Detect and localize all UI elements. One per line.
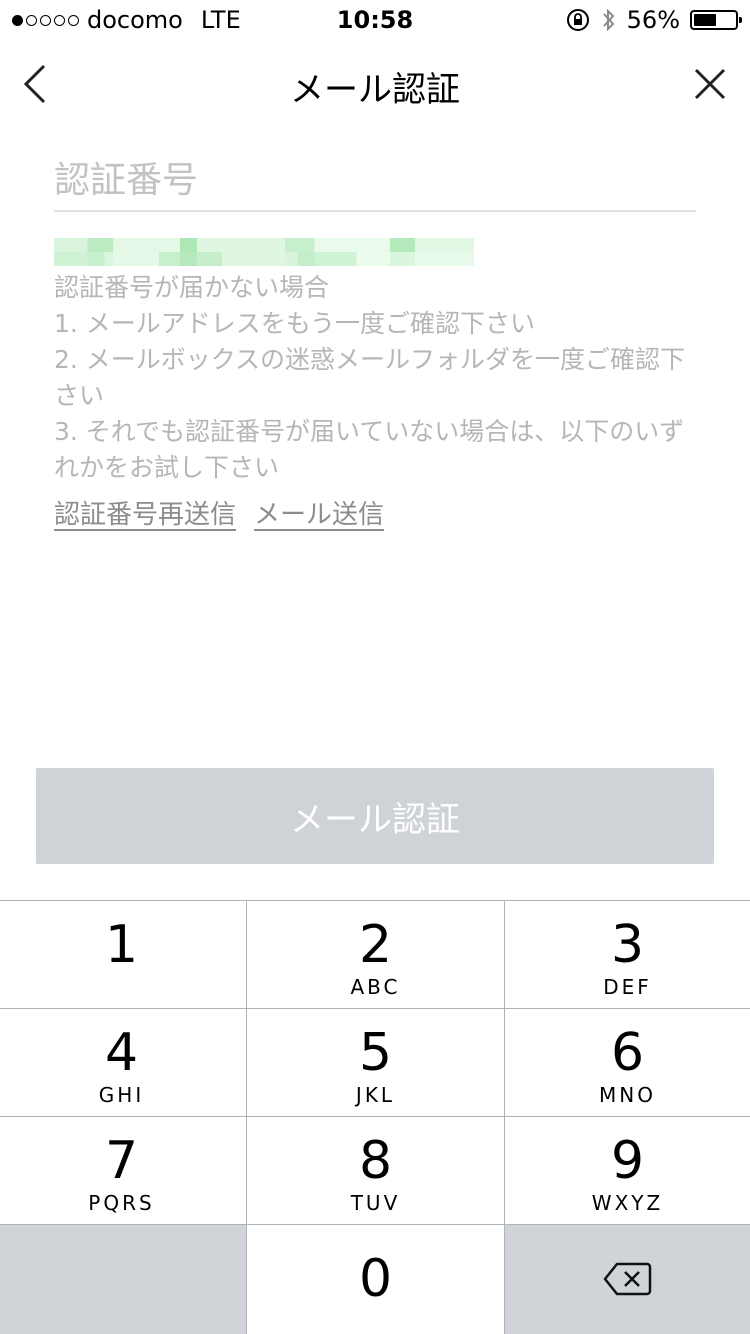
key-digit: 4: [104, 1023, 139, 1083]
help-item-1: 1. メールアドレスをもう一度ご確認下さい: [54, 309, 536, 338]
key-letters: DEF: [603, 975, 652, 999]
bluetooth-icon: [602, 8, 615, 32]
key-letters: TUV: [350, 1191, 401, 1215]
key-letters: WXYZ: [591, 1191, 664, 1215]
help-links: 認証番号再送信 メール送信: [54, 494, 384, 531]
key-letters: MNO: [599, 1083, 656, 1107]
key-digit: 5: [358, 1023, 393, 1083]
numeric-keypad: 1 2 ABC 3 DEF 4 GHI 5 JKL 6 MNO 7 PQRS 8…: [0, 900, 750, 1334]
key-digit: 1: [104, 915, 139, 975]
key-letters: JKL: [355, 1083, 396, 1107]
status-right: 56%: [565, 6, 742, 34]
help-heading: 認証番号が届かない場合: [54, 273, 330, 302]
email-verify-button[interactable]: メール認証: [36, 768, 714, 864]
key-9[interactable]: 9 WXYZ: [504, 1116, 750, 1224]
key-3[interactable]: 3 DEF: [504, 900, 750, 1008]
verification-code-input[interactable]: [54, 150, 696, 212]
send-mail-link[interactable]: メール送信: [254, 494, 384, 531]
key-letters: ABC: [350, 975, 401, 999]
key-1[interactable]: 1: [0, 900, 246, 1008]
key-2[interactable]: 2 ABC: [246, 900, 504, 1008]
backspace-icon: [603, 1262, 651, 1296]
status-bar: docomo LTE 10:58 56%: [0, 0, 750, 40]
key-8[interactable]: 8 TUV: [246, 1116, 504, 1224]
help-text: 認証番号が届かない場合 1. メールアドレスをもう一度ご確認下さい 2. メール…: [54, 270, 694, 486]
help-item-2: 2. メールボックスの迷惑メールフォルダを一度ご確認下さい: [54, 345, 686, 410]
key-digit: 8: [358, 1131, 393, 1191]
masked-email-address: [54, 238, 474, 266]
key-delete[interactable]: [504, 1224, 750, 1334]
page-title: メール認証: [290, 70, 460, 110]
key-digit: 7: [104, 1131, 139, 1191]
key-letters: PQRS: [88, 1191, 155, 1215]
key-digit: 2: [358, 915, 393, 975]
key-digit: 0: [358, 1249, 393, 1309]
key-digit: 3: [610, 915, 645, 975]
key-4[interactable]: 4 GHI: [0, 1008, 246, 1116]
key-5[interactable]: 5 JKL: [246, 1008, 504, 1116]
close-icon[interactable]: [688, 62, 732, 106]
rotation-lock-icon: [566, 9, 589, 31]
resend-code-link[interactable]: 認証番号再送信: [54, 494, 236, 531]
key-digit: 9: [610, 1131, 645, 1191]
help-item-3: 3. それでも認証番号が届いていない場合は、以下のいずれかをお試し下さい: [54, 417, 685, 482]
battery-icon: [690, 10, 742, 30]
key-7[interactable]: 7 PQRS: [0, 1116, 246, 1224]
key-6[interactable]: 6 MNO: [504, 1008, 750, 1116]
navigation-bar: メール認証: [0, 48, 750, 120]
key-digit: 6: [610, 1023, 645, 1083]
key-blank: [0, 1224, 246, 1334]
key-0[interactable]: 0: [246, 1224, 504, 1334]
key-letters: GHI: [98, 1083, 145, 1107]
battery-percent: 56%: [626, 6, 680, 34]
